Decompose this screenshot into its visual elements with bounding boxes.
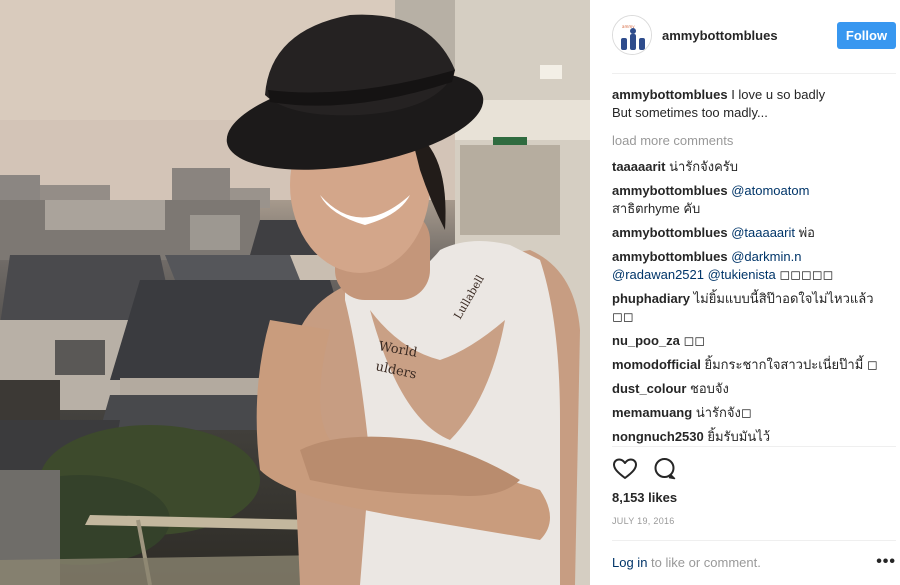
post-photo[interactable]: World ulders Lullabell — [0, 0, 590, 585]
login-prompt-suffix: to like or comment. — [647, 555, 761, 570]
header-divider — [612, 73, 896, 74]
header-username[interactable]: ammybottomblues — [662, 28, 778, 43]
login-prompt: Log in to like or comment. ••• — [612, 553, 896, 571]
more-options-icon[interactable]: ••• — [876, 553, 896, 571]
speech-bubble-icon[interactable] — [652, 456, 678, 482]
comment-username[interactable]: ammybottomblues — [612, 249, 728, 264]
list-item: ammybottomblues @darkmin.n @radawan2521 … — [612, 248, 896, 284]
comment-text: พ่อ — [794, 225, 815, 240]
comment-username[interactable]: ammybottomblues — [612, 225, 728, 240]
comment-text: ◻◻◻◻◻ — [775, 267, 834, 282]
post-side-panel: ammy ammybottomblues Follow ammybottombl… — [590, 0, 900, 585]
caption-username[interactable]: ammybottomblues — [612, 87, 728, 102]
comment-username[interactable]: phuphadiary — [612, 291, 690, 306]
comment-text: สาธิตrhyme คับ — [612, 201, 701, 216]
avatar-illustration-icon[interactable]: ammy — [612, 15, 652, 55]
footer-divider — [612, 540, 896, 541]
comment-mention[interactable]: @taaaaarit — [728, 225, 795, 240]
caption: ammybottomblues I love u so badly But so… — [612, 86, 896, 122]
comment-text: น่ารักจัง◻ — [692, 405, 752, 420]
list-item: phuphadiary ไม่ยิ้มแบบนี้สิป๊าอดใจไม่ไหว… — [612, 290, 896, 326]
login-link[interactable]: Log in — [612, 555, 647, 570]
comment-username[interactable]: memamuang — [612, 405, 692, 420]
post-header: ammy ammybottomblues Follow — [590, 0, 900, 73]
load-more-comments-link[interactable]: load more comments — [612, 132, 896, 150]
comments-section: ammybottomblues I love u so badly But so… — [612, 86, 896, 447]
list-item: dust_colour ชอบจัง — [612, 380, 896, 398]
action-bar — [612, 456, 896, 484]
comment-text: ยิ้มรับมันไว้ — [703, 429, 771, 444]
list-item: momodofficial ยิ้มกระชากใจสาวปะเนี่ยป๊าม… — [612, 356, 896, 374]
post-date: JULY 19, 2016 — [612, 516, 675, 526]
comment-text: ชอบจัง — [686, 381, 729, 396]
comment-text: ยิ้มกระชากใจสาวปะเนี่ยป๊ามี้ ◻ — [700, 357, 878, 372]
list-item: nongnuch2530 ยิ้มรับมันไว้ — [612, 428, 896, 446]
heart-outline-icon[interactable] — [612, 456, 638, 482]
comment-text: ◻◻ — [679, 333, 706, 348]
post-photo-illustration: World ulders Lullabell — [0, 0, 590, 585]
comment-username[interactable]: dust_colour — [612, 381, 686, 396]
list-item: nu_poo_za ◻◻ — [612, 332, 896, 350]
follow-button[interactable]: Follow — [837, 22, 896, 49]
list-item: taaaaarit น่ารักจังครับ — [612, 158, 896, 176]
list-item: ammybottomblues @taaaaarit พ่อ — [612, 224, 896, 242]
comment-username[interactable]: nongnuch2530 — [612, 429, 704, 444]
list-item: ammybottomblues @atomoatom สาธิตrhyme คั… — [612, 182, 896, 218]
comment-username[interactable]: momodofficial — [612, 357, 701, 372]
comment-mention[interactable]: @atomoatom — [728, 183, 809, 198]
comment-username[interactable]: ammybottomblues — [612, 183, 728, 198]
list-item: memamuang น่ารักจัง◻ — [612, 404, 896, 422]
comments-divider — [612, 446, 896, 447]
likes-count[interactable]: 8,153 likes — [612, 490, 677, 505]
comment-text: น่ารักจังครับ — [665, 159, 739, 174]
comment-username[interactable]: nu_poo_za — [612, 333, 680, 348]
comment-username[interactable]: taaaaarit — [612, 159, 665, 174]
